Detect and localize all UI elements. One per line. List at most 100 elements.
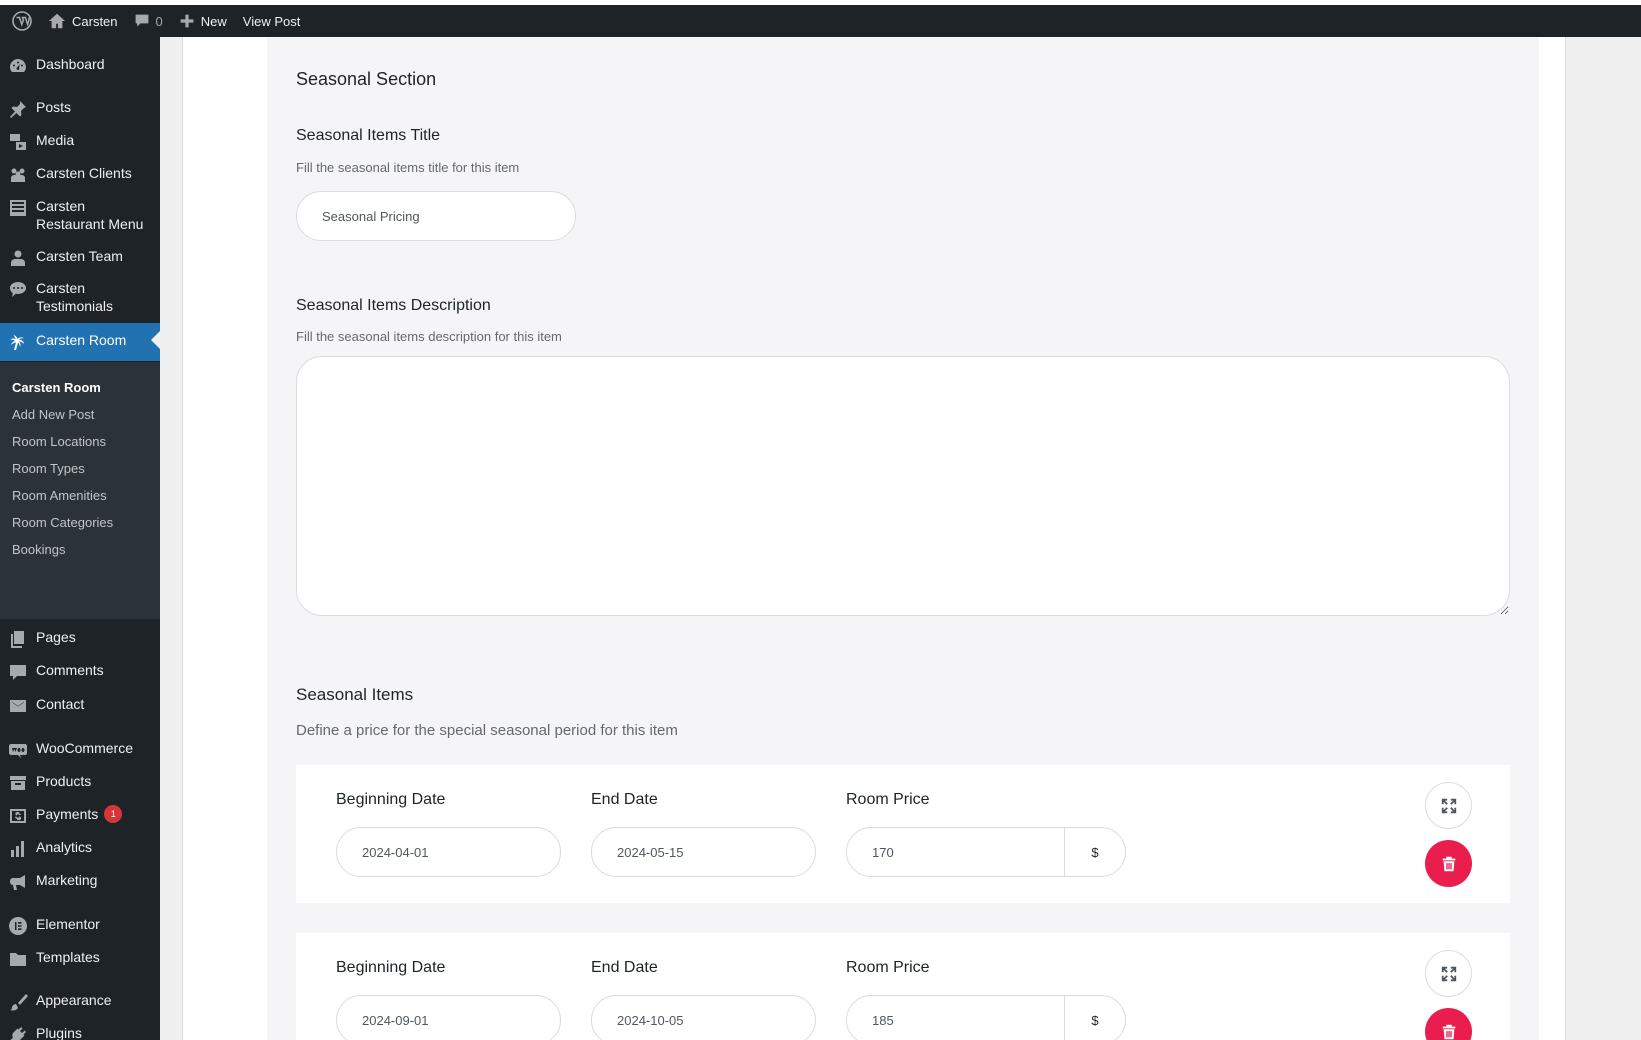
submenu-item-carsten-room[interactable]: Carsten Room [12,380,101,395]
sidebar-item-carsten-team[interactable]: Carsten Team [0,247,160,268]
sidebar-item-label: WooCommerce [36,740,133,756]
sidebar-item-carsten-room[interactable]: Carsten Room [0,323,160,361]
comment-icon [0,661,36,682]
room-price-field[interactable]: 170 $ [846,827,1126,877]
submenu-item-bookings[interactable]: Bookings [12,542,65,557]
room-price-value[interactable]: 185 [847,996,1065,1040]
brush-icon [0,991,36,1012]
seasonal-item-card: Beginning Date End Date Room Price 185 $ [296,933,1510,1040]
editor-panel: Seasonal Section Seasonal Items Title Fi… [182,37,1566,1040]
sidebar-item-media[interactable]: Media [0,131,160,152]
sidebar-item-appearance[interactable]: Appearance [0,991,160,1012]
expand-button[interactable] [1425,950,1472,997]
sidebar-item-comments[interactable]: Comments [0,661,160,682]
sidebar-item-label: Products [36,773,92,789]
beginning-date-input[interactable] [336,827,561,877]
submenu-item-room-types[interactable]: Room Types [12,461,85,476]
pages-icon [0,628,36,649]
items-title-help: Fill the seasonal items title for this i… [296,160,520,175]
end-date-input[interactable] [591,827,816,877]
site-name-link[interactable]: Carsten [40,5,126,37]
items-title-label: Seasonal Items Title [296,127,441,144]
carsten-room-submenu: Carsten Room Add New Post Room Locations… [0,362,160,619]
delete-button[interactable] [1425,1008,1472,1040]
sidebar-item-plugins[interactable]: Plugins [0,1024,160,1040]
room-price-label: Room Price [846,791,930,808]
sidebar-item-marketing[interactable]: Marketing [0,871,160,892]
view-post-link[interactable]: View Post [235,5,309,37]
new-label: New [200,13,227,29]
expand-button[interactable] [1425,782,1472,829]
room-price-label: Room Price [846,959,930,976]
sidebar-item-payments[interactable]: Payments 1 [0,805,160,826]
seasonal-section-panel: Seasonal Section Seasonal Items Title Fi… [267,37,1539,1040]
dollar-icon [0,805,36,826]
sidebar-item-label: Pages [36,629,76,645]
items-title-input[interactable] [296,191,576,241]
sidebar-item-label: Carsten Testimonials [36,280,114,314]
expand-icon [1441,798,1456,813]
groups-icon [0,164,36,185]
wordpress-logo-icon[interactable] [4,5,40,37]
list-icon [0,197,36,218]
sidebar-item-woocommerce[interactable]: WooCommerce [0,739,160,760]
end-date-label: End Date [591,959,658,976]
submenu-item-room-locations[interactable]: Room Locations [12,434,106,449]
end-date-input[interactable] [591,995,816,1040]
sidebar-item-carsten-clients[interactable]: Carsten Clients [0,164,160,185]
plug-icon [0,1024,36,1040]
submenu-item-room-amenities[interactable]: Room Amenities [12,488,107,503]
expand-icon [1441,966,1456,981]
beginning-date-label: Beginning Date [336,791,446,808]
admin-bar-inner: Carsten 0 New View Post [0,5,1641,37]
bar-chart-icon [0,838,36,859]
megaphone-icon [0,871,36,892]
sidebar-item-pages[interactable]: Pages [0,628,160,649]
new-content-link[interactable]: New [171,5,235,37]
items-description-textarea[interactable] [296,356,1510,616]
beginning-date-label: Beginning Date [336,959,446,976]
room-price-value[interactable]: 170 [847,828,1065,876]
mail-icon [0,695,36,716]
items-description-label: Seasonal Items Description [296,297,491,314]
comments-link[interactable]: 0 [126,5,171,37]
beginning-date-input[interactable] [336,995,561,1040]
payments-badge: 1 [104,805,123,823]
chat-bubble-icon [0,279,36,300]
sidebar-item-carsten-testimonials[interactable]: Carsten Testimonials [0,279,160,315]
end-date-label: End Date [591,791,658,808]
sidebar-item-analytics[interactable]: Analytics [0,838,160,859]
submenu-item-room-categories[interactable]: Room Categories [12,515,113,530]
site-name: Carsten [72,13,118,29]
sidebar-item-label: Comments [36,662,104,678]
submenu-item-add-new-post[interactable]: Add New Post [12,407,94,422]
sidebar-item-products[interactable]: Products [0,772,160,793]
trash-icon [1442,856,1455,871]
woo-icon [0,739,36,760]
sidebar-item-label: Contact [36,696,85,712]
palm-tree-icon [0,331,36,352]
items-description-help: Fill the seasonal items description for … [296,329,562,344]
section-title: Seasonal Section [296,69,437,89]
delete-button[interactable] [1425,840,1472,887]
seasonal-items-label: Seasonal Items [296,685,414,704]
sidebar-item-dashboard[interactable]: Dashboard [0,55,160,76]
sidebar-item-carsten-restaurant-menu[interactable]: Carsten Restaurant Menu [0,197,160,233]
sidebar-item-templates[interactable]: Templates [0,948,160,969]
pin-icon [0,98,36,119]
sidebar-item-label: Templates [36,949,100,965]
currency-addon: $ [1091,1012,1099,1028]
admin-bar: Carsten 0 New View Post [0,0,1641,42]
home-icon [48,13,66,29]
sidebar-item-contact[interactable]: Contact [0,695,160,716]
sidebar-item-elementor[interactable]: Elementor [0,915,160,936]
sidebar-item-label: Elementor [36,916,100,932]
sidebar-item-posts[interactable]: Posts [0,98,160,119]
sidebar-item-label: Analytics [36,839,93,855]
main-content: Seasonal Section Seasonal Items Title Fi… [160,37,1641,1040]
room-price-field[interactable]: 185 $ [846,995,1126,1040]
sidebar-item-label: Payments [36,806,99,822]
folder-icon [0,948,36,969]
sidebar-item-label: Carsten Room [36,332,127,348]
sidebar-item-label: Media [36,132,75,148]
